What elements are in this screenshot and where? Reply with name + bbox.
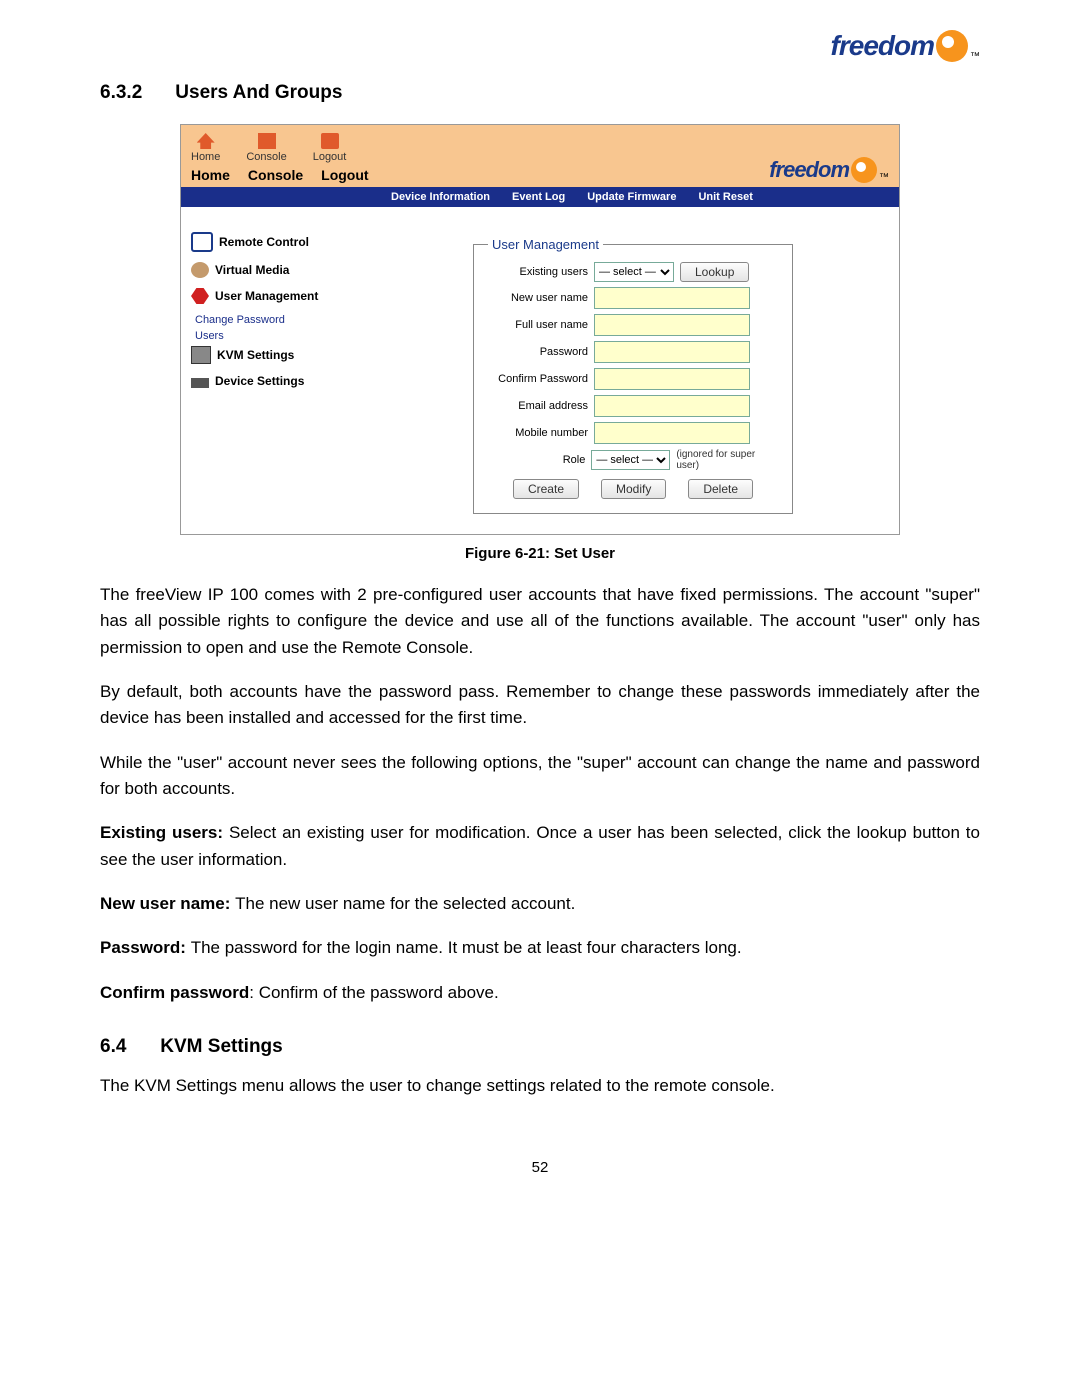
field-desc: The new user name for the selected accou… xyxy=(235,894,575,913)
disc-icon xyxy=(191,262,209,278)
field-term: New user name: xyxy=(100,894,235,913)
app-header: Home Console Logout Home Console Logout xyxy=(181,125,899,187)
mobile-label: Mobile number xyxy=(488,427,588,439)
field-term: Password: xyxy=(100,938,191,957)
role-select[interactable]: — select — xyxy=(591,450,670,470)
sidebar-item-kvm-settings[interactable]: KVM Settings xyxy=(191,346,381,364)
email-input[interactable] xyxy=(594,395,750,417)
existing-users-label: Existing users xyxy=(488,266,588,278)
page-number: 52 xyxy=(100,1159,980,1176)
sidebar: Remote Control Virtual Media User Manage… xyxy=(181,207,391,534)
sidebar-item-label: Remote Control xyxy=(219,235,309,249)
paragraph: Password: The password for the login nam… xyxy=(100,935,980,961)
app-logo: freedom ™ xyxy=(769,157,889,183)
paragraph: By default, both accounts have the passw… xyxy=(100,679,980,732)
nav-icon-logout[interactable]: Logout xyxy=(313,133,347,163)
section-title: Users And Groups xyxy=(175,82,342,103)
home-icon xyxy=(197,133,215,149)
nav-icon-console[interactable]: Console xyxy=(246,133,286,163)
delete-button[interactable]: Delete xyxy=(688,479,753,499)
sidebar-item-remote-control[interactable]: Remote Control xyxy=(191,232,381,252)
section-number: 6.3.2 xyxy=(100,82,170,104)
brand-name: freedom xyxy=(831,30,934,62)
paragraph: New user name: The new user name for the… xyxy=(100,891,980,917)
create-button[interactable]: Create xyxy=(513,479,579,499)
sidebar-item-label: Device Settings xyxy=(215,374,304,388)
role-label: Role xyxy=(488,454,585,466)
new-user-name-input[interactable] xyxy=(594,287,750,309)
sidebar-item-virtual-media[interactable]: Virtual Media xyxy=(191,262,381,278)
sidebar-item-label: Virtual Media xyxy=(215,263,289,277)
modify-button[interactable]: Modify xyxy=(601,479,666,499)
brand-tm: ™ xyxy=(970,51,980,62)
sidebar-item-device-settings[interactable]: Device Settings xyxy=(191,374,381,388)
monitor-icon xyxy=(191,232,213,252)
tab-unit-reset[interactable]: Unit Reset xyxy=(698,191,752,203)
field-desc: The password for the login name. It must… xyxy=(191,938,742,957)
tab-event-log[interactable]: Event Log xyxy=(512,191,565,203)
section-title: KVM Settings xyxy=(160,1036,282,1057)
nav-icon-home[interactable]: Home xyxy=(191,133,220,163)
user-management-fieldset: User Management Existing users — select … xyxy=(473,237,793,514)
figure-caption: Figure 6-21: Set User xyxy=(100,545,980,562)
paragraph: Existing users: Select an existing user … xyxy=(100,820,980,873)
email-label: Email address xyxy=(488,400,588,412)
confirm-password-input[interactable] xyxy=(594,368,750,390)
nav-icon-label: Console xyxy=(246,151,286,163)
logout-icon xyxy=(321,133,339,149)
page-header-logo: freedom ™ xyxy=(100,30,980,62)
paragraph: Confirm password: Confirm of the passwor… xyxy=(100,980,980,1006)
full-user-name-label: Full user name xyxy=(488,319,588,331)
tab-bar: Device Information Event Log Update Firm… xyxy=(181,187,899,207)
password-input[interactable] xyxy=(594,341,750,363)
sidebar-sub-change-password[interactable]: Change Password xyxy=(195,314,381,326)
existing-users-select[interactable]: — select — xyxy=(594,262,674,282)
screenshot-figure: Home Console Logout Home Console Logout xyxy=(180,124,900,535)
field-term: Existing users: xyxy=(100,823,229,842)
password-label: Password xyxy=(488,346,588,358)
full-user-name-input[interactable] xyxy=(594,314,750,336)
field-desc: Select an existing user for modification… xyxy=(100,823,980,868)
section-number: 6.4 xyxy=(100,1036,155,1058)
field-term: Confirm password xyxy=(100,983,249,1002)
section-heading-64: 6.4 KVM Settings xyxy=(100,1036,980,1058)
lookup-button[interactable]: Lookup xyxy=(680,262,749,282)
kvm-icon xyxy=(191,346,211,364)
console-icon xyxy=(258,133,276,149)
nav-icon-label: Home xyxy=(191,151,220,163)
paragraph: While the "user" account never sees the … xyxy=(100,750,980,803)
fieldset-legend: User Management xyxy=(488,237,603,252)
tab-update-firmware[interactable]: Update Firmware xyxy=(587,191,676,203)
nav-icon-label: Logout xyxy=(313,151,347,163)
role-note: (ignored for super user) xyxy=(676,449,778,471)
mobile-input[interactable] xyxy=(594,422,750,444)
section-heading-632: 6.3.2 Users And Groups xyxy=(100,82,980,104)
confirm-password-label: Confirm Password xyxy=(488,373,588,385)
nav-link-console[interactable]: Console xyxy=(248,167,303,183)
sidebar-sub-users[interactable]: Users xyxy=(195,330,381,342)
paragraph: The freeView IP 100 comes with 2 pre-con… xyxy=(100,582,980,661)
tab-device-information[interactable]: Device Information xyxy=(391,191,490,203)
nav-link-home[interactable]: Home xyxy=(191,167,230,183)
device-icon xyxy=(191,378,209,388)
brand-mark-icon xyxy=(936,30,968,62)
sidebar-item-label: KVM Settings xyxy=(217,348,294,362)
field-desc: : Confirm of the password above. xyxy=(249,983,498,1002)
main-panel: User Management Existing users — select … xyxy=(391,207,899,534)
nav-link-logout[interactable]: Logout xyxy=(321,167,368,183)
paragraph: The KVM Settings menu allows the user to… xyxy=(100,1073,980,1099)
brand-mark-icon xyxy=(851,157,877,183)
new-user-name-label: New user name xyxy=(488,292,588,304)
brand-tm: ™ xyxy=(879,172,889,183)
sidebar-item-user-management[interactable]: User Management xyxy=(191,288,381,304)
users-icon xyxy=(191,288,209,304)
brand-name: freedom xyxy=(769,157,849,183)
sidebar-item-label: User Management xyxy=(215,289,318,303)
